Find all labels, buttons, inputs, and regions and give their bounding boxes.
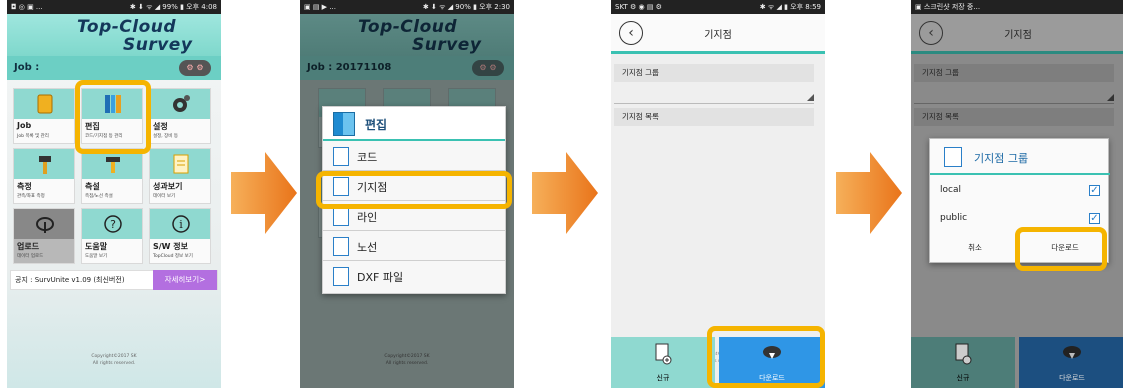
code-icon: [333, 147, 349, 166]
copyright-line1: Copyright©2017 SK: [91, 354, 137, 359]
notice-text: 공지 : SurvUnite v1.09 (최신버전): [15, 276, 125, 284]
new-button[interactable]: 신규: [611, 337, 715, 388]
notice-bar: 공지 : SurvUnite v1.09 (최신버전) 자세히보기>: [10, 270, 218, 290]
logo-top-cloud: Top-Cloud: [358, 17, 458, 37]
status-left: ◘ ◎ ▣ ...: [11, 3, 43, 11]
job-toggle[interactable]: ⚙ ⚙: [179, 60, 211, 76]
dropdown-triangle-icon: [1107, 94, 1114, 101]
section-base-point-group: 기지점 그룹: [614, 64, 814, 82]
job-toggle[interactable]: ⚙ ⚙: [472, 60, 504, 76]
tile-help[interactable]: ? 도움말 도움말 보기: [81, 208, 143, 264]
page-title: 기지점: [704, 30, 732, 41]
bottom-bar: 신규 다운로드: [911, 337, 1123, 388]
logo-top-cloud: Top-Cloud: [77, 17, 177, 37]
tripod-icon: [39, 156, 51, 174]
tile-upload[interactable]: 업로드 데이터 업로드: [13, 208, 75, 264]
status-left: ▣ ▤ ▶ ...: [304, 3, 336, 11]
tile-measure[interactable]: 측정 관측/좌표 측정: [13, 148, 75, 204]
logo-survey: Survey: [123, 35, 193, 55]
page-header: ‹ 기지점: [911, 14, 1123, 54]
page-title: 기지점: [1004, 30, 1032, 41]
line-icon: [333, 207, 349, 226]
more-details-button[interactable]: 자세히보기>: [153, 270, 217, 290]
checkbox-local[interactable]: ✓: [1089, 185, 1100, 196]
copyright-line2: All rights reserved.: [92, 361, 136, 366]
status-bar: ◘ ◎ ▣ ... ✱ ⬇ ᯤ ◢ 99% ▮ 오후 4:08: [7, 0, 221, 14]
tile-results[interactable]: 성과보기 데이터 보기: [149, 148, 211, 204]
job-label: Job : 20171108: [307, 62, 392, 73]
edit-menu-title: 편집: [365, 118, 388, 132]
status-right: ✱ ᯤ ◢ ▮ 오후 8:59: [759, 3, 821, 11]
highlight-base-point-item: [316, 171, 512, 209]
page-header: ‹ 기지점: [611, 14, 825, 54]
arrow-right-icon: [532, 152, 598, 234]
edit-menu-header: 편집: [323, 107, 505, 141]
job-label: Job :: [14, 62, 40, 73]
checkbox-public[interactable]: ✓: [1089, 213, 1100, 224]
app-header: Top-Cloud Survey: [300, 14, 514, 56]
arrow-right-icon: [836, 152, 902, 234]
dialog-header: 기지점 그룹: [930, 139, 1110, 175]
screen-base-point: SKT ⚙ ◉ ▤ ⚙ ✱ ᯤ ◢ ▮ 오후 8:59 ‹ 기지점 기지점 그룹…: [611, 0, 825, 388]
tile-settings[interactable]: 설정 설정, 장비 등: [149, 88, 211, 144]
new-document-icon: [655, 343, 672, 365]
app-header: Top-Cloud Survey: [7, 14, 221, 56]
status-left: ▣ 스크린샷 저장 중...: [915, 3, 981, 11]
tutorial-strip: ◘ ◎ ▣ ... ✱ ⬇ ᯤ ◢ 99% ▮ 오후 4:08 Top-Clou…: [0, 0, 1123, 388]
status-left: SKT ⚙ ◉ ▤ ⚙: [615, 3, 662, 11]
menu-item-route[interactable]: 노선: [323, 231, 505, 261]
status-right: ✱ ⬇ ᯤ ◢ 90% ▮ 오후 2:30: [422, 3, 510, 11]
route-icon: [333, 237, 349, 256]
menu-item-dxf[interactable]: DXF 파일: [323, 261, 505, 291]
logo-survey: Survey: [412, 35, 482, 55]
copyright-line2: All rights reserved.: [385, 361, 429, 366]
base-point-group-select[interactable]: [914, 84, 1114, 104]
info-icon: i: [172, 215, 190, 233]
svg-text:?: ?: [110, 218, 116, 231]
menu-item-code[interactable]: 코드: [323, 141, 505, 171]
section-base-point-list: 기지점 목록: [914, 108, 1114, 126]
job-bar: Job : ⚙ ⚙: [7, 56, 221, 80]
book-icon: [333, 112, 355, 136]
screen-base-point-group-dialog: ▣ 스크린샷 저장 중... ‹ 기지점 기지점 그룹 기지점 목록 기지점 그…: [911, 0, 1123, 388]
tile-stakeout[interactable]: 측설 측점/노선 측설: [81, 148, 143, 204]
new-button[interactable]: 신규: [911, 337, 1015, 388]
status-bar: ▣ ▤ ▶ ... ✱ ⬇ ᯤ ◢ 90% ▮ 오후 2:30: [300, 0, 514, 14]
cancel-button[interactable]: 취소: [930, 235, 1020, 261]
cloud-download-icon: [1063, 346, 1081, 359]
dialog-title: 기지점 그룹: [974, 152, 1029, 165]
job-bar: Job : 20171108 ⚙ ⚙: [300, 56, 514, 80]
status-bar: ▣ 스크린샷 저장 중...: [911, 0, 1123, 14]
dropdown-triangle-icon: [807, 94, 814, 101]
highlight-dialog-download: [1015, 227, 1107, 271]
stakeout-icon: [106, 157, 120, 173]
status-bar: SKT ⚙ ◉ ▤ ⚙ ✱ ᯤ ◢ ▮ 오후 8:59: [611, 0, 825, 14]
cloud-upload-icon: [36, 217, 54, 233]
new-document-icon: [955, 343, 972, 365]
option-local[interactable]: local ✓: [930, 177, 1110, 205]
status-right: ✱ ⬇ ᯤ ◢ 99% ▮ 오후 4:08: [129, 3, 217, 11]
section-base-point-group: 기지점 그룹: [914, 64, 1114, 82]
highlight-edit-tile: [75, 80, 151, 154]
section-base-point-list: 기지점 목록: [614, 108, 814, 126]
document-icon: [173, 154, 189, 174]
arrow-right-icon: [231, 152, 297, 234]
svg-text:i: i: [179, 218, 183, 231]
gear-icon: [173, 95, 190, 112]
folder-icon: [37, 94, 53, 114]
tile-sw-info[interactable]: i S/W 정보 TopCloud 정보 보기: [149, 208, 211, 264]
copyright-line1: Copyright©2017 SK: [384, 354, 430, 359]
screen-main-menu: ◘ ◎ ▣ ... ✱ ⬇ ᯤ ◢ 99% ▮ 오후 4:08 Top-Clou…: [7, 0, 221, 388]
screen-edit-menu: ▣ ▤ ▶ ... ✱ ⬇ ᯤ ◢ 90% ▮ 오후 2:30 Top-Clou…: [300, 0, 514, 388]
highlight-download-button: [707, 326, 825, 388]
base-point-icon: [944, 147, 962, 167]
download-button[interactable]: 다운로드: [1019, 337, 1123, 388]
base-point-group-select[interactable]: [614, 84, 814, 104]
file-icon: [333, 267, 349, 286]
question-icon: ?: [104, 215, 122, 233]
tile-job[interactable]: Job Job 목록 및 관리: [13, 88, 75, 144]
